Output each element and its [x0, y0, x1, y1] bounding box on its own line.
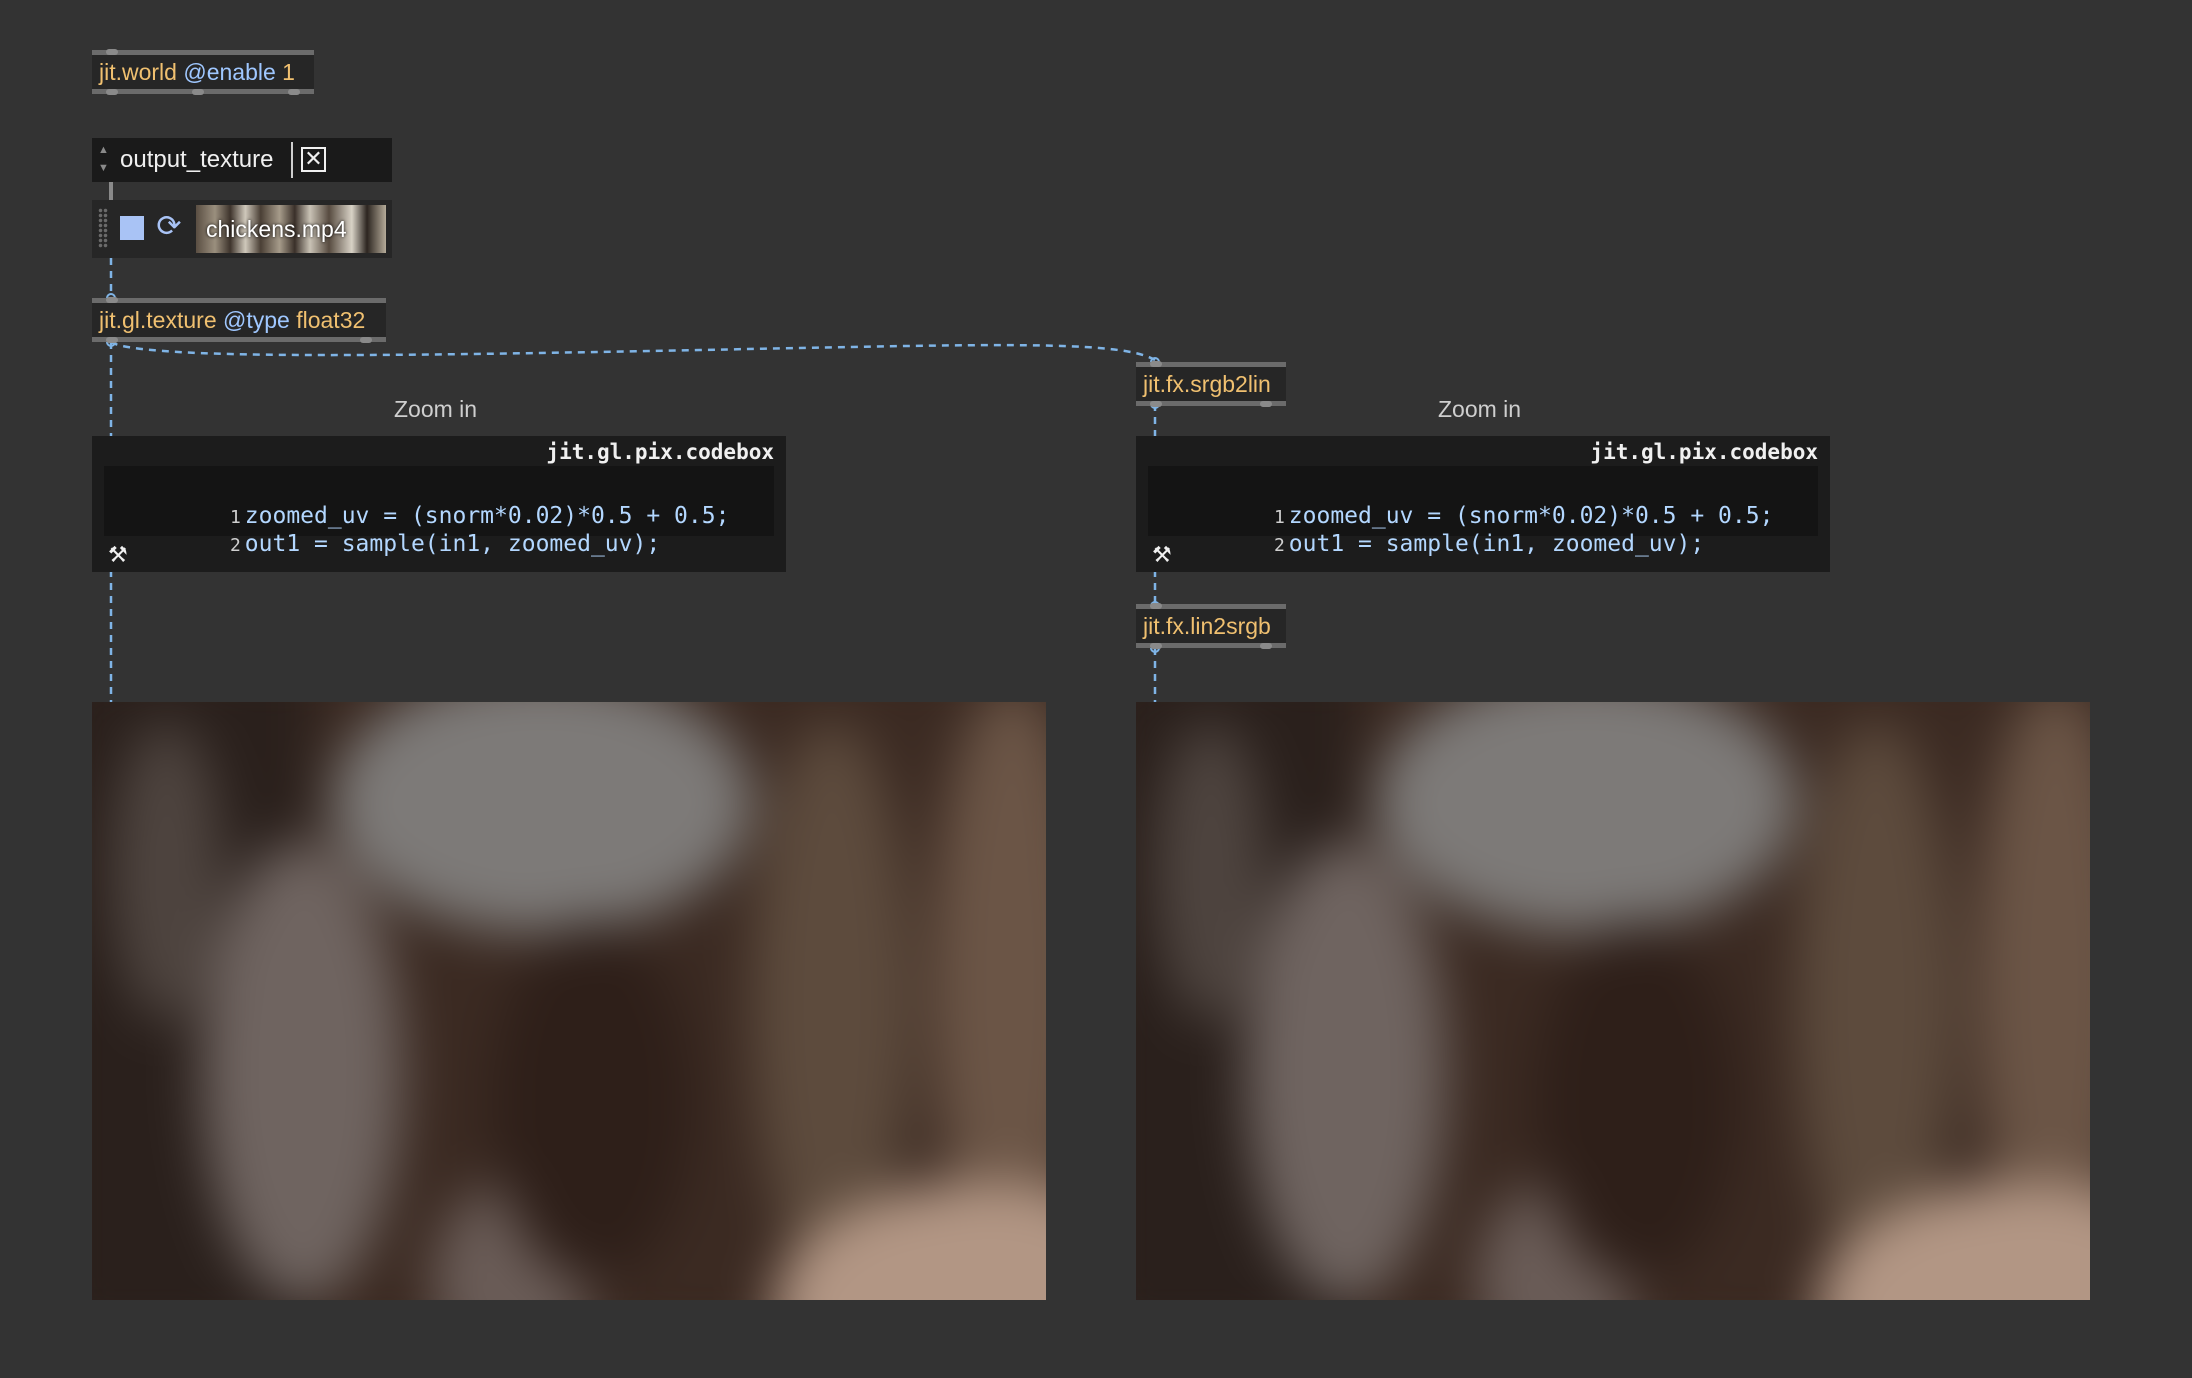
movie-player[interactable]: ⟳ chickens.mp4 [92, 200, 392, 258]
umenu-separator [291, 142, 293, 178]
umenu-cord [109, 182, 113, 200]
jit-gl-texture-object[interactable]: jit.gl.texture @type float32 [92, 297, 386, 343]
object-name: jit.gl.texture [99, 307, 217, 333]
patcher-canvas: jit.world @enable 1 ▲ ▼ output_texture ✕… [0, 0, 2192, 1378]
attribute-value: 1 [282, 59, 295, 85]
hammer-icon[interactable]: ⚒ [1152, 542, 1172, 568]
code-text: out1 = sample(in1, zoomed_uv); [1288, 531, 1705, 557]
close-box-icon[interactable]: ✕ [301, 147, 326, 172]
outlet[interactable] [106, 89, 118, 95]
drag-grip-icon[interactable] [98, 208, 108, 248]
code-editor[interactable]: 1 zoomed_uv = (snorm*0.02)*0.5 + 0.5; 2 ou… [104, 466, 774, 557]
outlet[interactable] [1260, 643, 1272, 649]
code-editor[interactable]: 1 zoomed_uv = (snorm*0.02)*0.5 + 0.5; 2 ou… [1148, 466, 1818, 557]
codebox-left[interactable]: jit.gl.pix.codebox 1 zoomed_uv = (snorm*0… [92, 436, 786, 572]
video-output-right[interactable] [1136, 702, 2090, 1300]
texture-umenu[interactable]: ▲ ▼ output_texture ✕ [92, 138, 392, 182]
outlet[interactable] [1150, 643, 1162, 649]
object-name: jit.world [99, 59, 177, 85]
hammer-icon[interactable]: ⚒ [108, 542, 128, 568]
object-name: jit.fx.srgb2lin [1143, 371, 1271, 397]
code-line[interactable]: 2 out1 = sample(in1, zoomed_uv); [104, 502, 660, 557]
codebox-title: jit.gl.pix.codebox [546, 440, 774, 464]
outlet[interactable] [192, 89, 204, 95]
movie-filename: chickens.mp4 [206, 216, 347, 242]
cord-texture-to-srgb2lin [110, 340, 1156, 362]
movie-thumbnail[interactable]: chickens.mp4 [196, 205, 386, 253]
inlet[interactable] [1150, 361, 1162, 367]
umenu-selected-item: output_texture [120, 146, 274, 173]
object-name: jit.fx.lin2srgb [1143, 613, 1271, 639]
code-line[interactable]: 1 zoomed_uv = (snorm*0.02)*0.5 + 0.5; [104, 474, 730, 529]
updown-arrows-icon: ▲ ▼ [98, 144, 109, 174]
jit-fx-srgb2lin-object[interactable]: jit.fx.srgb2lin [1136, 361, 1286, 407]
attribute-name: @enable [183, 59, 276, 85]
codebox-right[interactable]: jit.gl.pix.codebox 1 zoomed_uv = (snorm*0… [1136, 436, 1830, 572]
jit-fx-lin2srgb-object[interactable]: jit.fx.lin2srgb [1136, 603, 1286, 649]
outlet[interactable] [360, 337, 372, 343]
video-output-left[interactable] [92, 702, 1046, 1300]
attribute-value: float32 [296, 307, 366, 333]
loop-icon[interactable]: ⟳ [154, 210, 184, 244]
inlet[interactable] [106, 297, 118, 303]
inlet[interactable] [1150, 603, 1162, 609]
comment-zoom-left: Zoom in [394, 396, 478, 422]
jit-world-object[interactable]: jit.world @enable 1 [92, 49, 314, 95]
outlet[interactable] [106, 337, 118, 343]
stop-square-icon[interactable] [120, 216, 144, 240]
code-line[interactable]: 1 zoomed_uv = (snorm*0.02)*0.5 + 0.5; [1148, 474, 1774, 529]
attribute-name: @type [223, 307, 290, 333]
code-text: out1 = sample(in1, zoomed_uv); [244, 531, 661, 557]
inlet[interactable] [106, 49, 118, 55]
outlet[interactable] [288, 89, 300, 95]
codebox-title: jit.gl.pix.codebox [1590, 440, 1818, 464]
outlet[interactable] [1260, 401, 1272, 407]
outlet[interactable] [1150, 401, 1162, 407]
code-line[interactable]: 2 out1 = sample(in1, zoomed_uv); [1148, 502, 1704, 557]
comment-zoom-right: Zoom in [1438, 396, 1522, 422]
